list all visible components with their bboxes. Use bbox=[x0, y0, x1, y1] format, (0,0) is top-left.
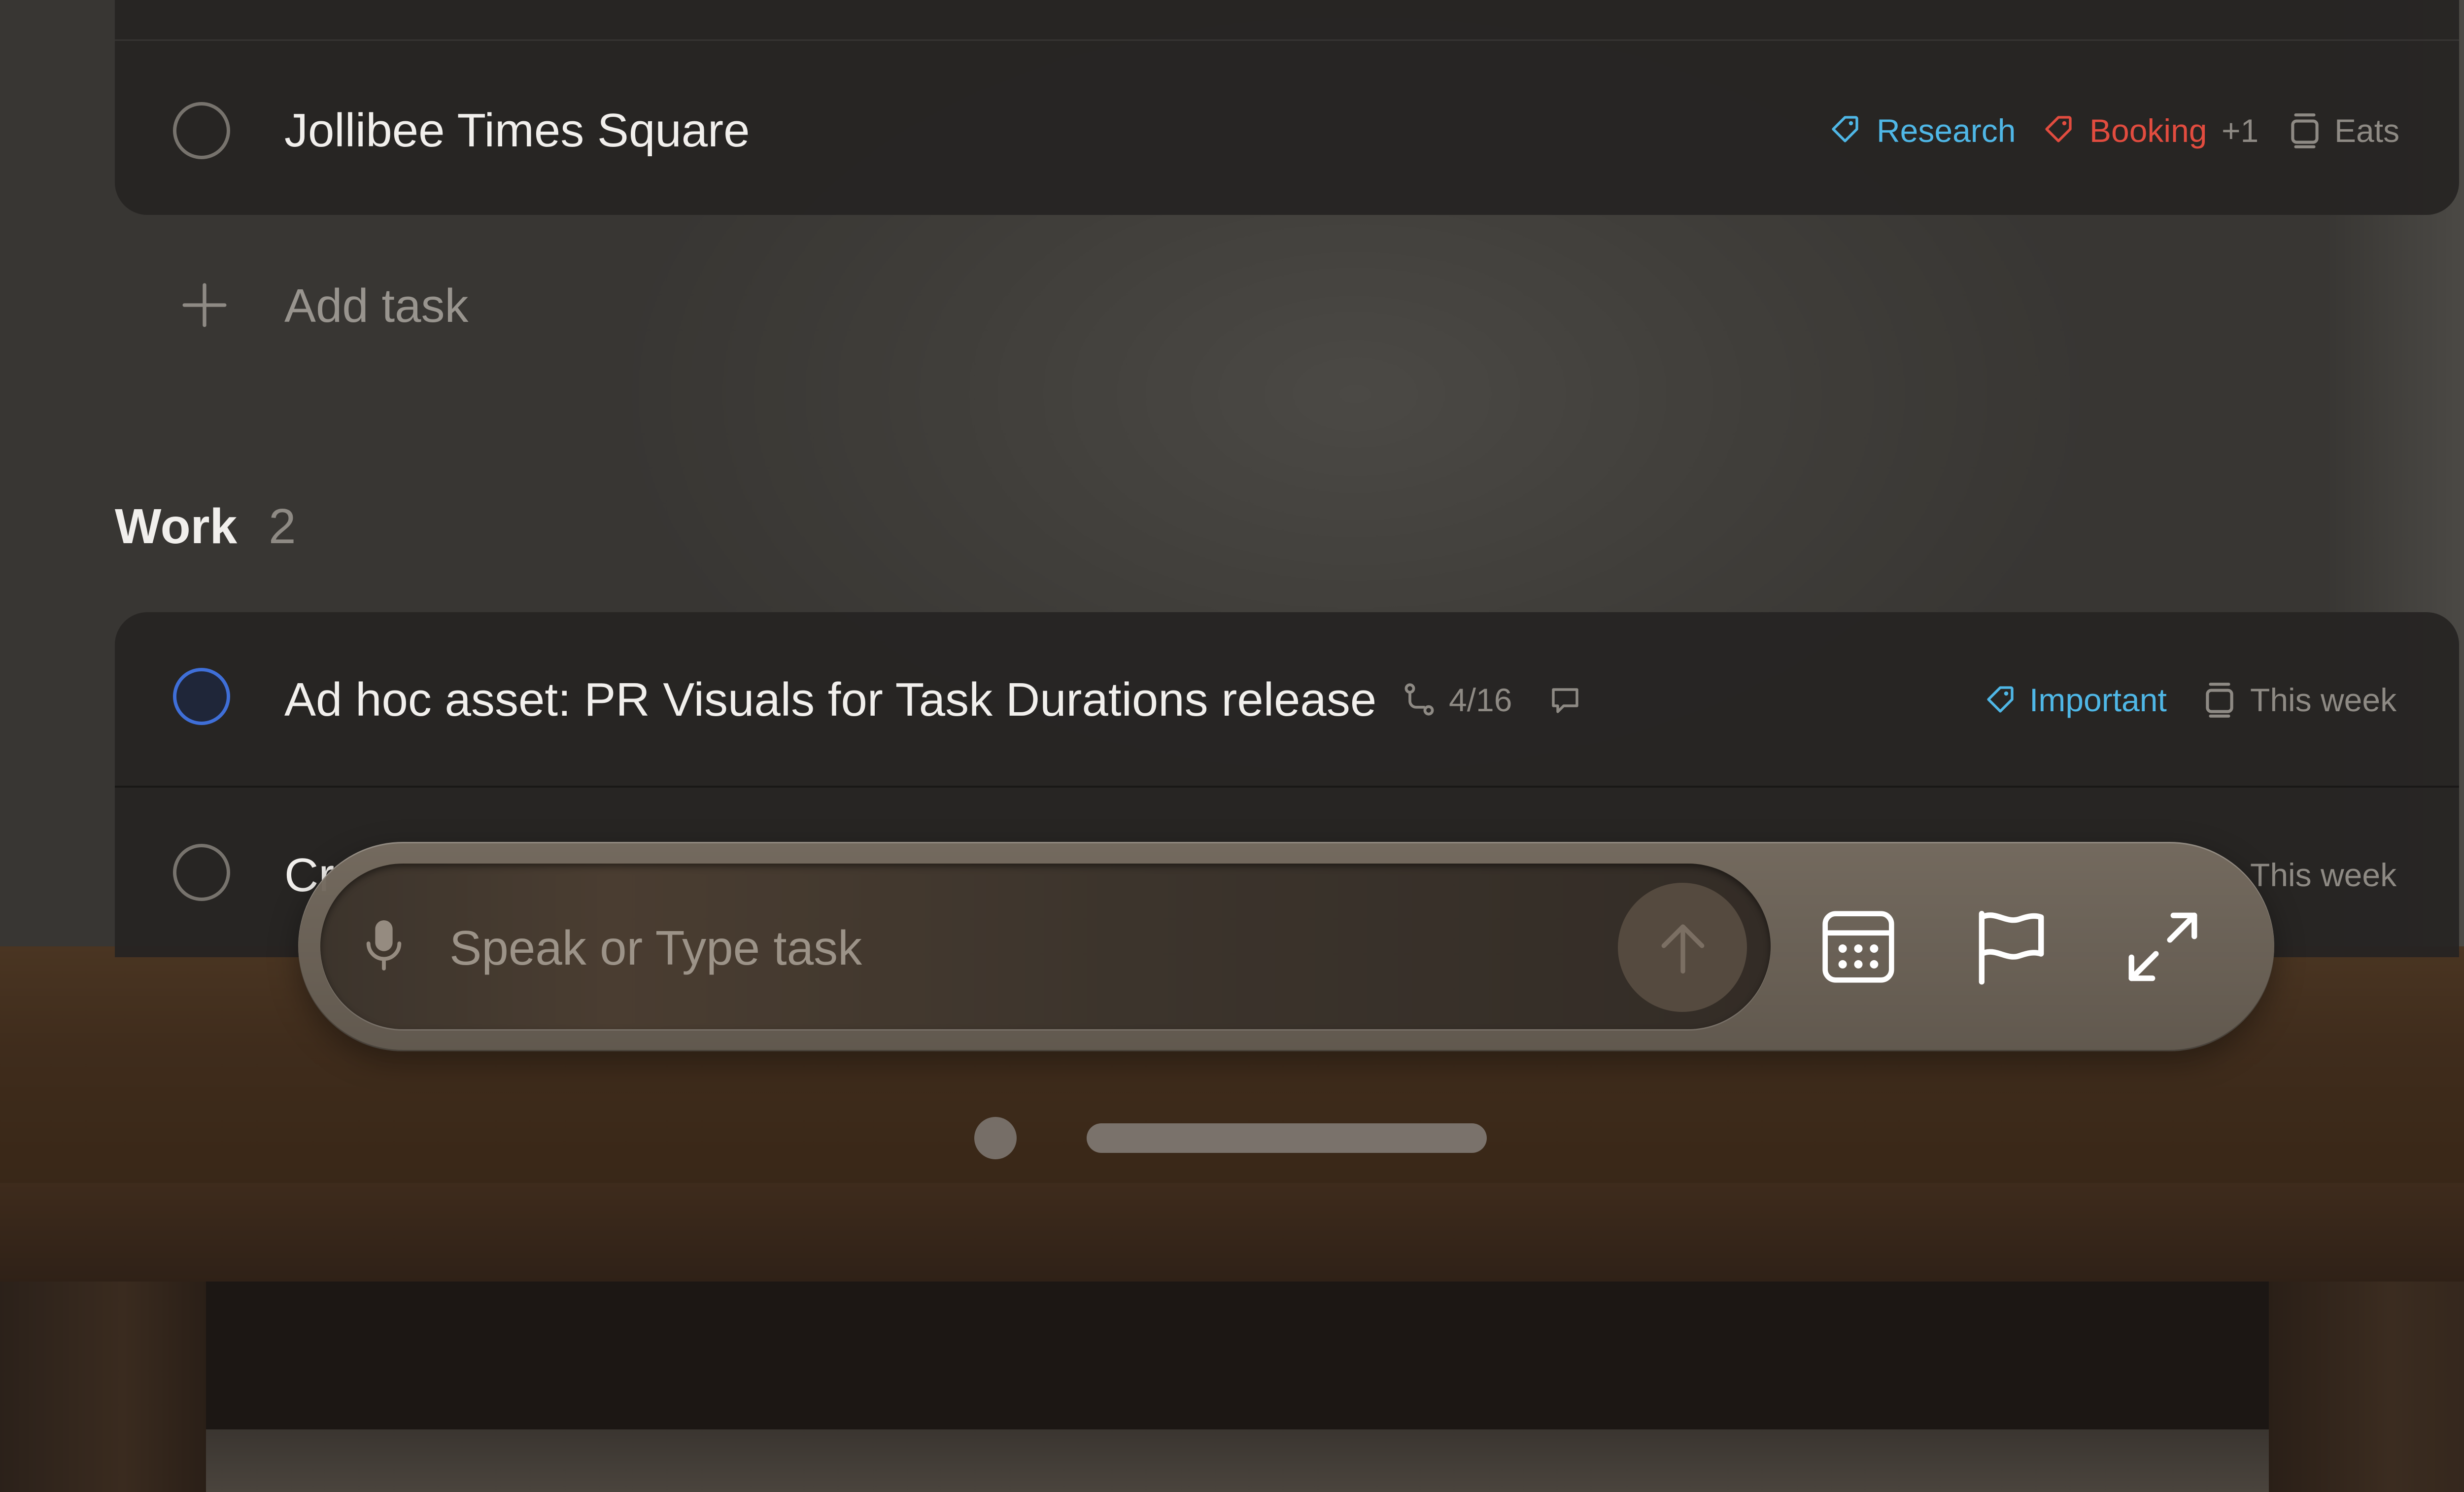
task-title[interactable]: Jollibee Times Square bbox=[284, 107, 750, 154]
project-name[interactable]: Eats bbox=[2334, 114, 2399, 147]
label-important[interactable]: Important bbox=[2029, 684, 2167, 716]
background-floor bbox=[206, 1429, 2269, 1492]
app-window: Jollibee Times Square Research Booking +… bbox=[0, 0, 2464, 1492]
tag-icon bbox=[1832, 116, 1858, 142]
background-table-leg-right bbox=[2269, 1282, 2464, 1492]
task-title[interactable]: Ad hoc asset: PR Visuals for Task Durati… bbox=[284, 676, 1376, 724]
window-move-handle[interactable] bbox=[1087, 1123, 1487, 1153]
due-label[interactable]: This week bbox=[2250, 684, 2396, 716]
due-label[interactable]: This week bbox=[2250, 859, 2396, 891]
comment-icon[interactable] bbox=[1547, 682, 1583, 718]
background-table-edge bbox=[0, 1183, 2464, 1282]
subtask-count[interactable]: 4/16 bbox=[1449, 684, 1512, 716]
task-complete-checkbox[interactable] bbox=[173, 668, 230, 725]
task-input-placeholder[interactable]: Speak or Type task bbox=[449, 924, 862, 972]
arrow-up-icon bbox=[1661, 924, 1705, 974]
window-close-dot[interactable] bbox=[974, 1117, 1017, 1159]
plus-icon[interactable] bbox=[180, 281, 229, 329]
microphone-icon[interactable] bbox=[361, 916, 407, 975]
section-title[interactable]: Work bbox=[115, 502, 237, 551]
row-divider bbox=[115, 786, 2459, 788]
task-complete-checkbox[interactable] bbox=[173, 844, 230, 901]
background-table-leg-left bbox=[0, 1282, 206, 1492]
list-icon bbox=[2291, 113, 2319, 148]
task-complete-checkbox[interactable] bbox=[173, 102, 230, 159]
tag-icon bbox=[2045, 116, 2072, 142]
label-research[interactable]: Research bbox=[1877, 114, 2016, 147]
extra-labels-count[interactable]: +1 bbox=[2222, 114, 2259, 147]
tag-icon bbox=[1987, 686, 2014, 713]
label-booking[interactable]: Booking bbox=[2089, 114, 2207, 147]
add-task-button[interactable]: Add task bbox=[284, 282, 469, 330]
section-count: 2 bbox=[269, 499, 296, 554]
row-divider bbox=[115, 39, 2459, 41]
subtask-icon bbox=[1404, 683, 1434, 716]
calendar-icon[interactable] bbox=[1816, 905, 1900, 989]
list-icon bbox=[2206, 683, 2233, 718]
flag-icon[interactable] bbox=[1968, 905, 2052, 989]
expand-icon[interactable] bbox=[2121, 905, 2205, 989]
